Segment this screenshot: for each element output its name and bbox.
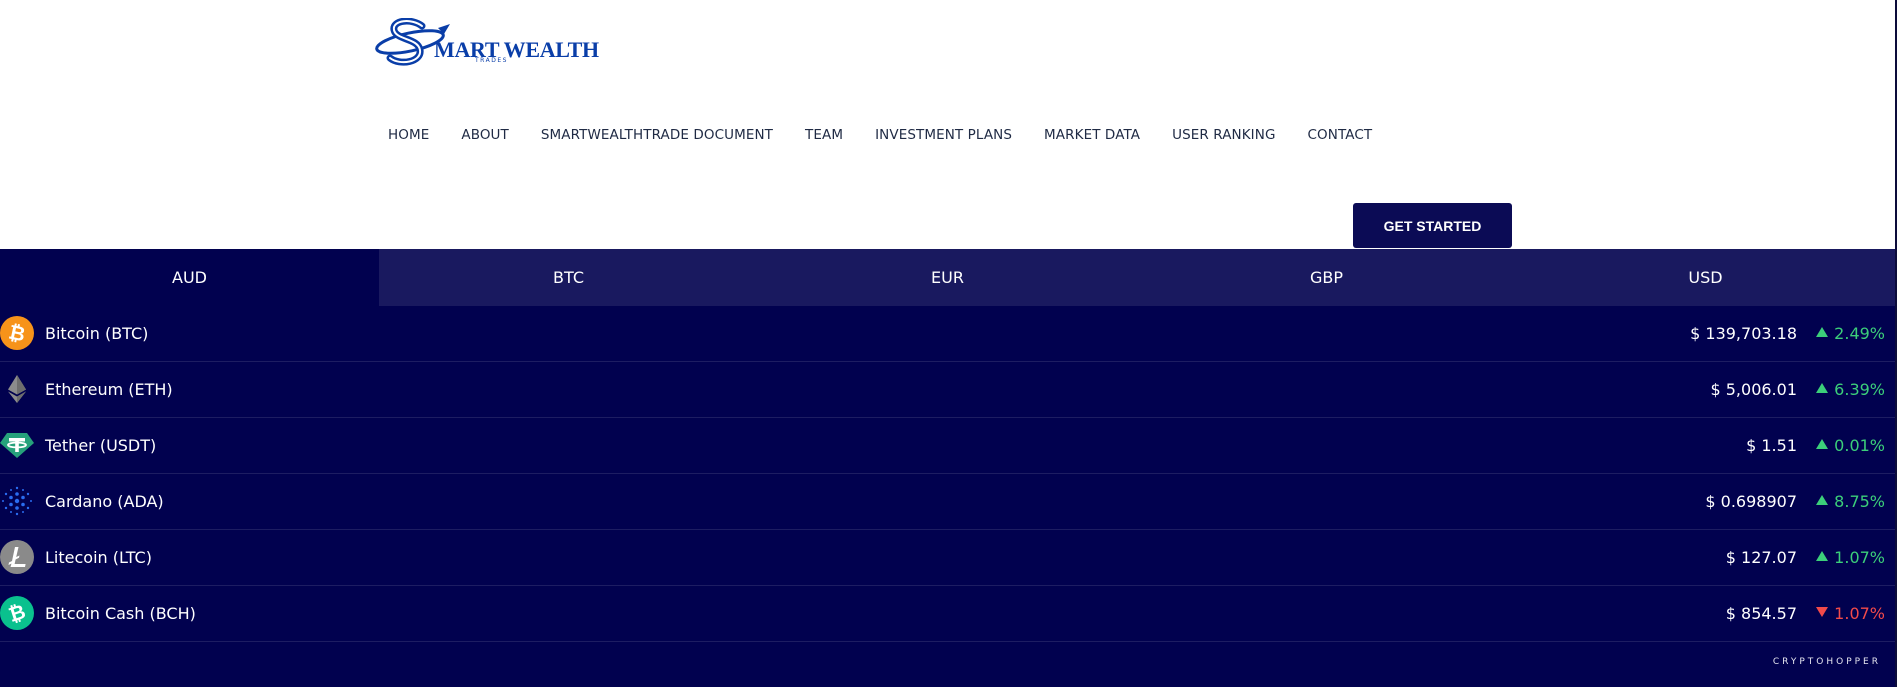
- crypto-price-widget: AUD BTC EUR GBP USD ₿ Bitcoin (BTC) $ 13…: [0, 249, 1895, 687]
- coin-change-value: 1.07%: [1834, 548, 1885, 567]
- tether-icon: [0, 433, 34, 458]
- nav-home[interactable]: HOME: [388, 127, 429, 143]
- arrow-up-icon: [1816, 551, 1829, 561]
- coin-name: Cardano (ADA): [45, 492, 164, 511]
- coin-change-value: 1.07%: [1834, 604, 1885, 623]
- tab-eur[interactable]: EUR: [758, 249, 1137, 306]
- arrow-up-icon: [1816, 383, 1829, 393]
- coin-name: Litecoin (LTC): [45, 548, 152, 567]
- logo-subtitle: TRADES: [475, 57, 508, 64]
- site-header: MART WEALTH TRADES HOME ABOUT SMARTWEALT…: [0, 0, 1897, 249]
- coin-price: $ 5,006.01: [1710, 380, 1797, 399]
- tab-usd[interactable]: USD: [1516, 249, 1895, 306]
- main-navigation: HOME ABOUT SMARTWEALTHTRADE DOCUMENT TEA…: [388, 125, 1372, 145]
- coin-row-bitcoin-cash[interactable]: ₿ Bitcoin Cash (BCH) $ 854.57 1.07%: [0, 586, 1895, 642]
- bitcoin-icon: ₿: [0, 316, 34, 350]
- coin-name: Bitcoin (BTC): [45, 324, 149, 343]
- coin-change: 1.07%: [1805, 604, 1885, 623]
- nav-investment-plans[interactable]: INVESTMENT PLANS: [875, 127, 1012, 143]
- coin-change-value: 2.49%: [1834, 324, 1885, 343]
- nav-contact[interactable]: CONTACT: [1308, 127, 1373, 143]
- coin-change-value: 6.39%: [1834, 380, 1885, 399]
- arrow-up-icon: [1816, 439, 1829, 449]
- tab-aud[interactable]: AUD: [0, 249, 379, 306]
- nav-document[interactable]: SMARTWEALTHTRADE DOCUMENT: [541, 127, 773, 143]
- get-started-button[interactable]: GET STARTED: [1353, 203, 1512, 248]
- coin-change: 6.39%: [1805, 380, 1885, 399]
- coin-change-value: 8.75%: [1834, 492, 1885, 511]
- logo-wordmark: MART WEALTH: [434, 37, 599, 62]
- coin-name: Bitcoin Cash (BCH): [45, 604, 196, 623]
- coin-row-cardano[interactable]: Cardano (ADA) $ 0.698907 8.75%: [0, 474, 1895, 530]
- arrow-down-icon: [1816, 607, 1829, 617]
- currency-tabs: AUD BTC EUR GBP USD: [0, 249, 1895, 306]
- coin-name: Tether (USDT): [45, 436, 157, 455]
- arrow-up-icon: [1816, 327, 1829, 337]
- tab-gbp[interactable]: GBP: [1137, 249, 1516, 306]
- coin-change: 0.01%: [1805, 436, 1885, 455]
- tab-btc[interactable]: BTC: [379, 249, 758, 306]
- coin-price: $ 0.698907: [1705, 492, 1797, 511]
- nav-market-data[interactable]: MARKET DATA: [1044, 127, 1140, 143]
- coin-change-value: 0.01%: [1834, 436, 1885, 455]
- site-logo[interactable]: MART WEALTH TRADES: [372, 18, 599, 66]
- coin-price: $ 854.57: [1725, 604, 1797, 623]
- nav-user-ranking[interactable]: USER RANKING: [1172, 127, 1275, 143]
- coin-row-bitcoin[interactable]: ₿ Bitcoin (BTC) $ 139,703.18 2.49%: [0, 306, 1895, 362]
- coin-change: 1.07%: [1805, 548, 1885, 567]
- bitcoin-cash-icon: ₿: [0, 596, 34, 630]
- coin-row-ethereum[interactable]: Ethereum (ETH) $ 5,006.01 6.39%: [0, 362, 1895, 418]
- arrow-up-icon: [1816, 495, 1829, 505]
- coin-price: $ 127.07: [1725, 548, 1797, 567]
- ethereum-icon: [8, 375, 26, 403]
- coin-row-tether[interactable]: Tether (USDT) $ 1.51 0.01%: [0, 418, 1895, 474]
- coin-row-litecoin[interactable]: Litecoin (LTC) $ 127.07 1.07%: [0, 530, 1895, 586]
- coin-name: Ethereum (ETH): [45, 380, 173, 399]
- coin-price: $ 1.51: [1746, 436, 1797, 455]
- coin-price: $ 139,703.18: [1690, 324, 1797, 343]
- coin-change: 8.75%: [1805, 492, 1885, 511]
- nav-team[interactable]: TEAM: [805, 127, 843, 143]
- nav-about[interactable]: ABOUT: [461, 127, 509, 143]
- coin-change: 2.49%: [1805, 324, 1885, 343]
- powered-by-logo[interactable]: CRYPTOHOPPER: [1773, 657, 1881, 667]
- cardano-icon: [2, 486, 32, 516]
- litecoin-icon: [0, 540, 34, 574]
- coin-list: ₿ Bitcoin (BTC) $ 139,703.18 2.49% Ether…: [0, 306, 1895, 642]
